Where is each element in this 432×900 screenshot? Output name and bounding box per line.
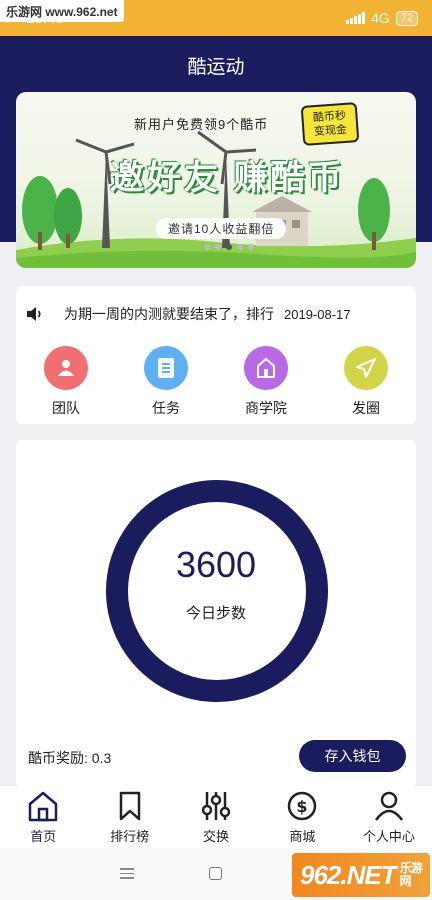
banner-headline: 新用户免费领9个酷币 [134,117,269,132]
nav-item-exchange[interactable]: 交换 [173,786,259,848]
bookmark-icon [119,791,140,821]
menu-item-team[interactable]: 团队 [16,346,116,418]
menu-item-school[interactable]: 商学院 [216,346,316,418]
banner-pill: 邀请10人收益翻倍 [156,218,287,239]
team-icon [44,346,88,390]
banner-badge: 酷币秒 变现金 [300,102,360,146]
nav-label: 首页 [30,829,57,844]
send-icon [344,346,388,390]
nav-item-ranking[interactable]: 排行榜 [86,786,172,848]
nav-label: 排行榜 [110,829,150,844]
network-type: 4G [371,10,390,26]
step-ring [106,480,328,702]
deposit-wallet-button[interactable]: 存入钱包 [299,740,406,772]
badge-line-2: 变现金 [313,123,348,139]
carousel-dot[interactable] [237,244,243,250]
page-title: 酷运动 [187,57,245,78]
menu-item-post[interactable]: 发圈 [316,346,416,418]
notice-text: 为期一周的内测就要结束了，排行 [64,306,274,322]
menu-icon[interactable] [120,868,134,882]
nav-label: 交换 [203,829,230,844]
nav-item-home[interactable]: 首页 [0,786,86,848]
status-indicators: 4G 72 [346,10,418,26]
nav-label: 商城 [289,829,316,844]
notice-bar[interactable]: 为期一周的内测就要结束了，排行 2019-08-17 [26,304,406,324]
notice-date: 2019-08-17 [284,306,351,322]
nav-item-profile[interactable]: 个人中心 [346,786,432,848]
menu-label: 任务 [152,400,180,416]
carousel-dot-active[interactable] [226,244,232,250]
menu-label: 发圈 [352,400,380,416]
carousel-dots[interactable] [204,244,254,250]
menu-item-task[interactable]: 任务 [116,346,216,418]
user-icon [374,791,403,821]
carousel-dot[interactable] [248,244,254,250]
step-label: 今日步数 [185,605,246,622]
speaker-icon [27,307,41,321]
svg-text:$: $ [297,797,308,816]
quick-menu-card: 为期一周的内测就要结束了，排行 2019-08-17 团队 任务 商学院 发圈 [16,286,416,424]
home-square-icon[interactable] [209,867,222,880]
watermark-top: 乐游网 www.962.net [0,0,124,22]
sliders-icon [201,792,231,820]
watermark-main: 962.NET [300,859,397,890]
watermark-sub: 乐游网 [399,861,423,888]
nav-item-mall[interactable]: $ 商城 [259,786,345,848]
coin-reward: 酷币奖励: 0.3 [28,750,112,766]
signal-icon [346,12,366,24]
bottom-nav: 首页 排行榜 交换 $ 商城 个人中心 [0,786,432,848]
carousel-dot[interactable] [215,244,221,250]
menu-grid: 团队 任务 商学院 发圈 [16,346,416,418]
dollar-icon: $ [288,791,317,821]
watermark-bottom: 962.NET 乐游网 [292,853,430,897]
carousel-dot[interactable] [204,244,210,250]
school-icon [244,346,288,390]
steps-card: 3600 今日步数 酷币奖励: 0.3 存入钱包 [16,440,416,788]
nav-label: 个人中心 [362,829,415,844]
promo-banner[interactable]: 新用户免费领9个酷币 酷币秒 变现金 邀好友 赚酷币 邀请10人收益翻倍 [16,92,416,268]
task-icon [144,346,188,390]
battery-icon: 72 [395,10,418,26]
menu-label: 团队 [52,400,80,416]
banner-title: 邀好友 赚酷币 [110,159,345,197]
step-count: 3600 [175,544,257,585]
menu-label: 商学院 [245,400,287,416]
home-icon [28,791,58,822]
